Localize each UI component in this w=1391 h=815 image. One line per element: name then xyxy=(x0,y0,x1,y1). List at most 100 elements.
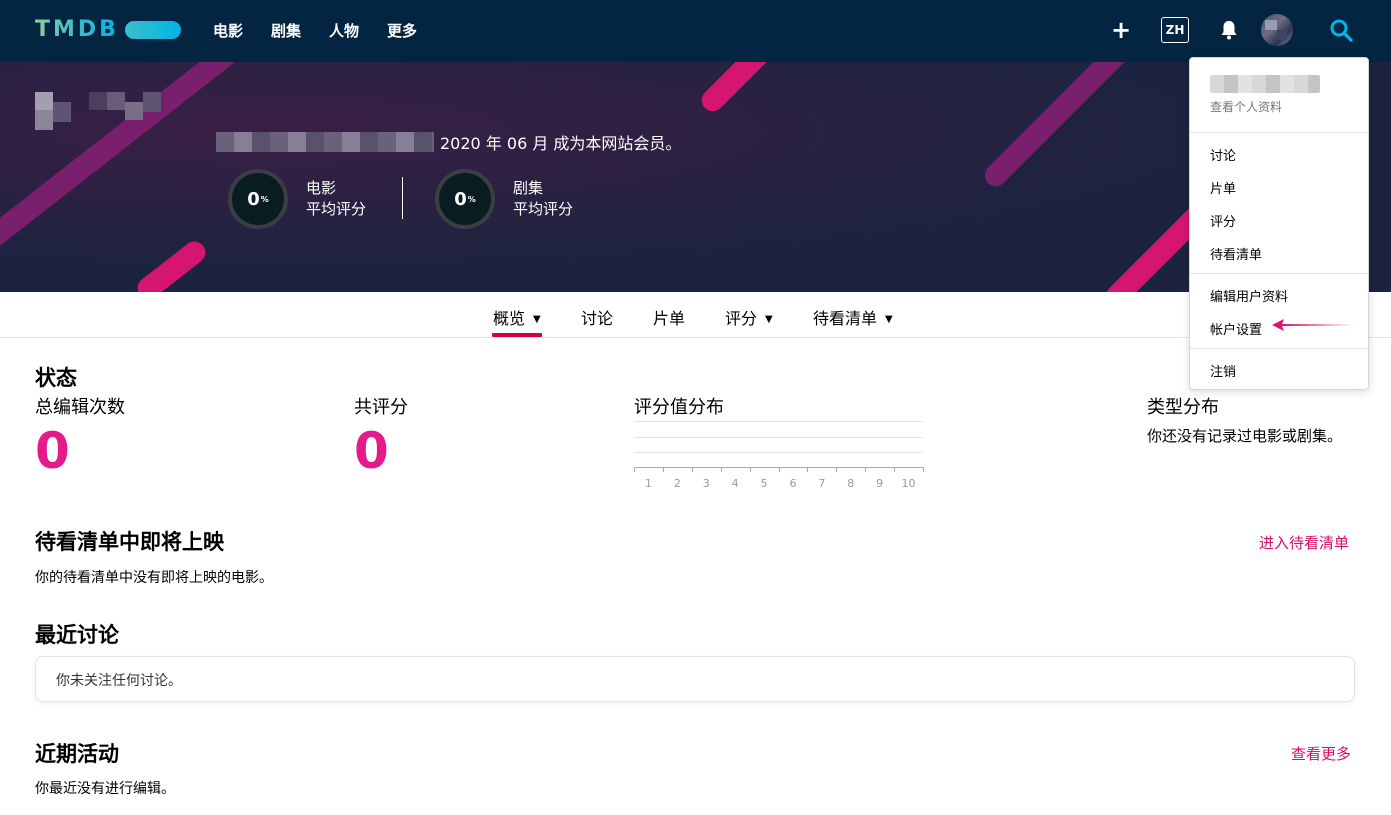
score-divider xyxy=(402,177,403,219)
tv-score-label: 剧集 平均评分 xyxy=(513,178,573,220)
dropdown-item-lists[interactable]: 片单 xyxy=(1210,178,1236,197)
tv-score-label-line1: 剧集 xyxy=(513,179,544,197)
nav-people[interactable]: 人物 xyxy=(329,20,359,41)
histogram-tick-label: 9 xyxy=(876,477,884,490)
dropdown-item-discussions[interactable]: 讨论 xyxy=(1210,145,1236,164)
movie-score-label-line1: 电影 xyxy=(306,179,337,197)
movie-score-value: 0 xyxy=(247,188,260,210)
avatar[interactable] xyxy=(1261,14,1293,46)
main-menu: 电影 剧集 人物 更多 xyxy=(213,20,417,41)
movie-score: 0% 电影 平均评分 xyxy=(228,169,366,229)
movie-score-unit: % xyxy=(260,194,269,204)
logo-text: TMDB xyxy=(35,17,119,42)
view-profile-link[interactable]: 查看个人资料 xyxy=(1210,98,1282,115)
total-ratings-label: 共评分 xyxy=(354,397,408,418)
tab-ratings-label: 评分 xyxy=(725,309,758,328)
tab-discussions[interactable]: 讨论 xyxy=(581,305,613,329)
member-since-text: 2020 年 06 月 成为本网站会员。 xyxy=(440,134,682,153)
activity-title: 近期活动 xyxy=(35,742,119,766)
dropdown-item-ratings[interactable]: 评分 xyxy=(1210,211,1236,230)
histogram-tick xyxy=(894,467,896,472)
dropdown-item-watchlist[interactable]: 待看清单 xyxy=(1210,244,1262,263)
tv-score-unit: % xyxy=(467,194,476,204)
rating-distribution-label: 评分值分布 xyxy=(634,397,724,418)
histogram-tick xyxy=(778,467,780,472)
dropdown-item-logout[interactable]: 注销 xyxy=(1210,361,1236,380)
dropdown-divider xyxy=(1190,273,1368,274)
histogram-tick-label: 1 xyxy=(644,477,652,490)
activity-empty-text: 你最近没有进行编辑。 xyxy=(35,781,175,797)
histogram-tick xyxy=(662,467,664,472)
view-more-link[interactable]: 查看更多 xyxy=(1291,743,1351,764)
tv-score-value: 0 xyxy=(454,188,467,210)
dropdown-divider xyxy=(1190,348,1368,349)
banner-background xyxy=(0,62,1391,292)
nav-movies[interactable]: 电影 xyxy=(213,20,243,41)
plus-icon[interactable]: + xyxy=(1107,16,1135,44)
language-button[interactable]: ZH xyxy=(1161,17,1189,43)
account-dropdown: 查看个人资料 讨论 片单 评分 待看清单 编辑用户资料 帐户设置 注销 xyxy=(1189,57,1369,390)
stats-title: 状态 xyxy=(35,366,77,390)
histogram-tick-label: 4 xyxy=(731,477,739,490)
profile-banner: 2020 年 06 月 成为本网站会员。 0% 电影 平均评分 0% 剧集 平均… xyxy=(0,62,1391,292)
search-icon[interactable] xyxy=(1329,18,1353,42)
histogram-tick xyxy=(865,467,867,472)
histogram-tick xyxy=(923,467,924,472)
histogram-tick xyxy=(749,467,751,472)
histogram-tick xyxy=(807,467,809,472)
active-tab-indicator xyxy=(492,333,542,337)
annotation-arrow-icon xyxy=(1272,319,1354,331)
profile-tabs: 概览 ▼ 讨论 片单 评分 ▼ 待看清单 ▼ xyxy=(0,292,1391,338)
movie-score-label-line2: 平均评分 xyxy=(306,200,367,218)
discussions-title: 最近讨论 xyxy=(35,623,119,647)
histogram-tick-label: 2 xyxy=(673,477,681,490)
histogram-tick xyxy=(634,467,635,472)
bell-icon[interactable] xyxy=(1219,19,1239,41)
histogram-tick-label: 8 xyxy=(847,477,855,490)
tab-ratings[interactable]: 评分 ▼ xyxy=(725,305,773,329)
histogram-tick xyxy=(720,467,722,472)
histogram-gridline xyxy=(634,437,923,438)
tv-score-label-line2: 平均评分 xyxy=(513,200,574,218)
histogram-tick-label: 3 xyxy=(702,477,710,490)
caret-down-icon: ▼ xyxy=(533,314,541,325)
nav-right: + ZH xyxy=(1107,14,1353,46)
dropdown-divider xyxy=(1190,132,1368,133)
genre-empty-text: 你还没有记录过电影或剧集。 xyxy=(1147,427,1343,445)
upcoming-empty-text: 你的待看清单中没有即将上映的电影。 xyxy=(35,570,273,586)
histogram-tick xyxy=(691,467,693,472)
caret-down-icon: ▼ xyxy=(885,314,893,325)
discussions-empty-text: 你未关注任何讨论。 xyxy=(56,673,182,689)
nav-more[interactable]: 更多 xyxy=(387,20,417,41)
member-since: 2020 年 06 月 成为本网站会员。 xyxy=(216,130,681,154)
tab-watchlist[interactable]: 待看清单 ▼ xyxy=(813,305,893,329)
blurred-username xyxy=(1210,75,1320,93)
tmdb-logo[interactable]: TMDB xyxy=(35,17,181,42)
total-edits-label: 总编辑次数 xyxy=(35,397,125,418)
discussions-card: 你未关注任何讨论。 xyxy=(35,656,1355,702)
tv-score-circle: 0% xyxy=(435,169,495,229)
histogram-tick xyxy=(836,467,838,472)
histogram-gridline xyxy=(634,452,923,453)
tab-discussions-label: 讨论 xyxy=(581,309,614,328)
tab-lists-label: 片单 xyxy=(653,309,686,328)
tv-score: 0% 剧集 平均评分 xyxy=(435,169,573,229)
tab-overview[interactable]: 概览 ▼ xyxy=(493,305,541,329)
dropdown-item-edit-profile[interactable]: 编辑用户资料 xyxy=(1210,286,1288,305)
caret-down-icon: ▼ xyxy=(765,314,773,325)
total-ratings-value: 0 xyxy=(354,422,389,480)
logo-pill xyxy=(124,20,181,39)
tab-overview-label: 概览 xyxy=(493,309,526,328)
upcoming-title: 待看清单中即将上映 xyxy=(35,530,224,554)
genre-distribution-label: 类型分布 xyxy=(1147,397,1219,418)
go-to-watchlist-link[interactable]: 进入待看清单 xyxy=(1259,532,1349,553)
histogram-gridline xyxy=(634,421,923,422)
total-edits-value: 0 xyxy=(35,422,70,480)
tab-lists[interactable]: 片单 xyxy=(653,305,685,329)
histogram-tick-label: 6 xyxy=(789,477,797,490)
blurred-username xyxy=(216,132,434,152)
nav-tv[interactable]: 剧集 xyxy=(271,20,301,41)
movie-score-circle: 0% xyxy=(228,169,288,229)
dropdown-item-account-settings[interactable]: 帐户设置 xyxy=(1210,319,1262,338)
tab-watchlist-label: 待看清单 xyxy=(813,309,878,328)
